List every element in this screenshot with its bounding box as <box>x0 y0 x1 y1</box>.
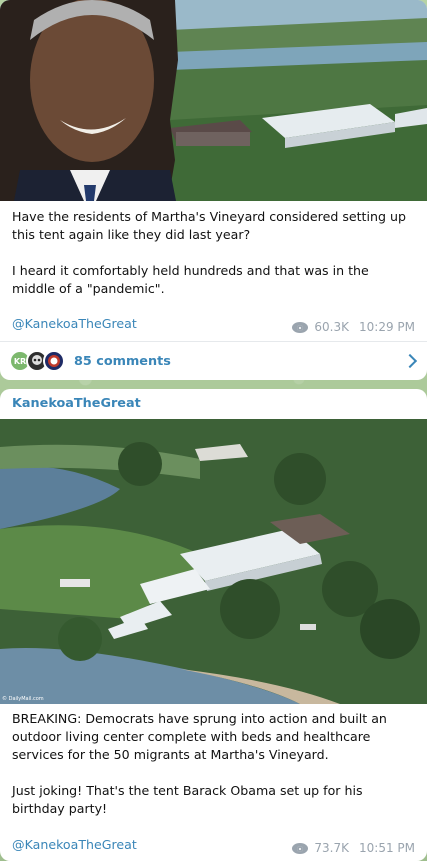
views-eye-icon <box>292 842 309 854</box>
badge-icon <box>48 355 60 367</box>
post-1-meta: 60.3K 10:29 PM <box>292 320 415 334</box>
post-photo-2[interactable]: © DailyMail.com <box>0 419 427 704</box>
post-2-meta: 73.7K 10:51 PM <box>292 841 415 855</box>
skull-icon <box>32 355 42 365</box>
post-2-channel-name[interactable]: KanekoaTheGreat <box>0 389 427 419</box>
comments-button[interactable]: KR 85 comments <box>0 341 427 380</box>
post-photo-1[interactable] <box>0 0 427 201</box>
post-1-author-link[interactable]: @KanekoaTheGreat <box>0 316 149 331</box>
post-2-time: 10:51 PM <box>359 841 415 855</box>
post-1-views: 60.3K <box>314 320 349 334</box>
post-2-author-link[interactable]: @KanekoaTheGreat <box>0 837 149 852</box>
channel-post-2: KanekoaTheGreat © DailyMail.com BREAKING… <box>0 389 427 861</box>
post-1-time: 10:29 PM <box>359 320 415 334</box>
views-eye-icon <box>292 321 309 333</box>
post-2-text: BREAKING: Democrats have sprung into act… <box>12 711 387 816</box>
post-1-text: Have the residents of Martha's Vineyard … <box>12 209 406 296</box>
post-2-views: 73.7K <box>314 841 349 855</box>
comments-count: 85 comments <box>74 353 171 369</box>
photo-credit: © DailyMail.com <box>2 696 44 702</box>
photo-obama-tent <box>0 0 427 201</box>
photo-aerial-tent <box>0 419 427 704</box>
commenter-avatar-3 <box>43 350 65 372</box>
chevron-right-icon <box>402 353 418 369</box>
channel-post-1: Have the residents of Martha's Vineyard … <box>0 0 427 380</box>
